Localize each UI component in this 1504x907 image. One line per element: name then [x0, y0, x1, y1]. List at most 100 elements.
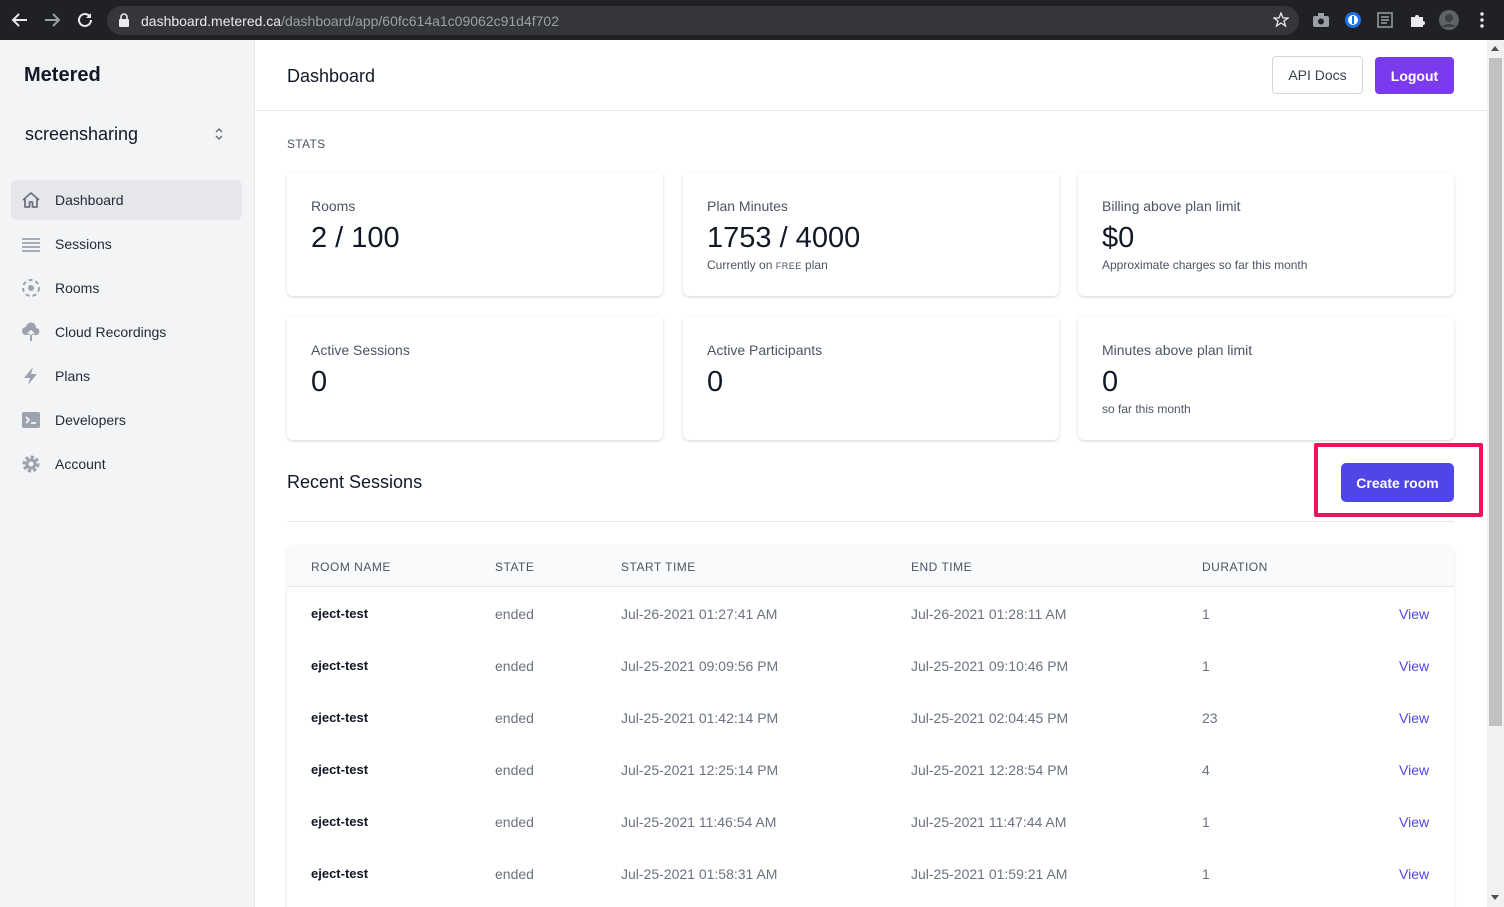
browser-toolbar: dashboard.metered.ca/dashboard/app/60fc6… [0, 0, 1504, 40]
stat-subtext: Currently on FREE plan [707, 258, 828, 272]
browser-menu-icon[interactable] [1472, 10, 1492, 30]
scroll-up-arrow-icon[interactable] [1491, 46, 1499, 51]
page-scrollbar[interactable] [1487, 40, 1504, 907]
selector-chevrons-icon [214, 126, 224, 147]
app-selector[interactable]: screensharing [25, 124, 230, 148]
sidebar-item-label: Account [55, 456, 106, 472]
table-header: ROOM NAME STATE START TIME END TIME DURA… [287, 546, 1454, 587]
logout-button[interactable]: Logout [1375, 57, 1454, 94]
cell-duration: 23 [1202, 710, 1218, 726]
camera-extension-icon[interactable] [1311, 10, 1331, 30]
stat-card-plan-minutes: Plan Minutes 1753 / 4000 Currently on FR… [683, 172, 1059, 296]
brand-logo: Metered [24, 64, 101, 86]
reload-icon[interactable] [73, 8, 97, 32]
cell-state: ended [495, 606, 534, 622]
gear-icon [21, 454, 41, 474]
scrollbar-thumb[interactable] [1489, 58, 1502, 726]
cell-room-name: eject-test [311, 866, 369, 881]
page-title: Dashboard [287, 66, 376, 86]
table-row: eject-test ended Jul-25-2021 12:25:14 PM… [287, 743, 1454, 795]
url-text: dashboard.metered.ca/dashboard/app/60fc6… [141, 13, 560, 29]
sidebar-item-label: Plans [55, 368, 91, 384]
forward-arrow-icon[interactable] [40, 8, 64, 32]
cell-room-name: eject-test [311, 814, 369, 829]
cell-state: ended [495, 866, 534, 882]
stat-value: 0 [1102, 366, 1119, 398]
cell-room-name: eject-test [311, 606, 369, 621]
view-link[interactable]: View [1399, 866, 1429, 882]
cell-start-time: Jul-25-2021 12:25:14 PM [621, 762, 779, 778]
sidebar-item-account[interactable]: Account [11, 444, 242, 484]
password-manager-icon[interactable] [1343, 10, 1363, 30]
sidebar-item-label: Sessions [55, 236, 112, 252]
stat-label: Rooms [311, 198, 356, 214]
column-header-room-name: ROOM NAME [311, 560, 391, 574]
stat-label: Active Participants [707, 342, 823, 358]
sidebar-item-label: Cloud Recordings [55, 324, 167, 340]
stat-value: 2 / 100 [311, 222, 400, 254]
home-icon [21, 190, 41, 210]
sidebar-item-label: Dashboard [55, 192, 124, 208]
stat-card-active-sessions: Active Sessions 0 [287, 316, 663, 440]
cell-room-name: eject-test [311, 658, 369, 673]
stat-subtext: Approximate charges so far this month [1102, 258, 1308, 272]
stat-label: Billing above plan limit [1102, 198, 1241, 214]
create-room-button[interactable]: Create room [1341, 463, 1454, 502]
sidebar-item-label: Rooms [55, 280, 100, 296]
stat-card-active-participants: Active Participants 0 [683, 316, 1059, 440]
cell-end-time: Jul-25-2021 09:10:46 PM [911, 658, 1069, 674]
cell-end-time: Jul-25-2021 01:59:21 AM [911, 866, 1068, 882]
cell-state: ended [495, 658, 534, 674]
divider [287, 521, 1454, 522]
address-bar[interactable]: dashboard.metered.ca/dashboard/app/60fc6… [107, 6, 1299, 35]
cell-duration: 1 [1202, 606, 1210, 622]
sessions-table: ROOM NAME STATE START TIME END TIME DURA… [287, 546, 1454, 907]
column-header-duration: DURATION [1202, 560, 1268, 574]
sidebar-item-cloud-recordings[interactable]: Cloud Recordings [11, 312, 242, 352]
view-link[interactable]: View [1399, 606, 1429, 622]
stat-value: 0 [707, 366, 724, 398]
reader-icon[interactable] [1375, 10, 1395, 30]
table-row: eject-test ended Jul-25-2021 01:58:31 AM… [287, 847, 1454, 899]
sidebar-item-sessions[interactable]: Sessions [11, 224, 242, 264]
api-docs-button[interactable]: API Docs [1272, 56, 1363, 94]
view-link[interactable]: View [1399, 762, 1429, 778]
stat-label: Plan Minutes [707, 198, 788, 214]
main-content: Dashboard API Docs Logout STATS Rooms 2 … [255, 40, 1487, 907]
sidebar-item-label: Developers [55, 412, 126, 428]
table-row: eject-test ended Jul-25-2021 11:46:54 AM… [287, 795, 1454, 847]
scroll-down-arrow-icon[interactable] [1491, 895, 1499, 900]
sidebar-item-plans[interactable]: Plans [11, 356, 242, 396]
cell-start-time: Jul-25-2021 09:09:56 PM [621, 658, 779, 674]
view-link[interactable]: View [1399, 658, 1429, 674]
sidebar-item-developers[interactable]: Developers [11, 400, 242, 440]
stat-label: Active Sessions [311, 342, 410, 358]
cell-start-time: Jul-25-2021 01:58:31 AM [621, 866, 778, 882]
recent-sessions-title: Recent Sessions [287, 472, 423, 492]
sidebar-item-rooms[interactable]: Rooms [11, 268, 242, 308]
sidebar-nav: Dashboard Sessions Rooms Cloud Recording… [11, 180, 242, 488]
cell-end-time: Jul-26-2021 01:28:11 AM [911, 606, 1067, 622]
stat-value: 1753 / 4000 [707, 222, 861, 254]
stat-value: $0 [1102, 222, 1135, 254]
stat-card-rooms: Rooms 2 / 100 [287, 172, 663, 296]
back-arrow-icon[interactable] [8, 8, 32, 32]
bookmark-star-icon[interactable] [1272, 11, 1290, 33]
profile-avatar-icon[interactable] [1439, 10, 1459, 30]
sidebar-item-dashboard[interactable]: Dashboard [11, 180, 242, 220]
table-row: eject-test ended Jul-25-2021 01:42:14 PM… [287, 691, 1454, 743]
stat-subtext: so far this month [1102, 402, 1191, 416]
stats-heading: STATS [287, 137, 326, 151]
cell-duration: 1 [1202, 658, 1210, 674]
view-link[interactable]: View [1399, 710, 1429, 726]
stat-card-billing: Billing above plan limit $0 Approximate … [1078, 172, 1454, 296]
view-link[interactable]: View [1399, 814, 1429, 830]
cell-duration: 4 [1202, 762, 1210, 778]
column-header-state: STATE [495, 560, 535, 574]
cell-start-time: Jul-25-2021 01:42:14 PM [621, 710, 779, 726]
extensions-puzzle-icon[interactable] [1407, 10, 1427, 30]
cell-end-time: Jul-25-2021 11:47:44 AM [911, 814, 1067, 830]
cell-state: ended [495, 814, 534, 830]
list-icon [21, 234, 41, 254]
cell-state: ended [495, 762, 534, 778]
